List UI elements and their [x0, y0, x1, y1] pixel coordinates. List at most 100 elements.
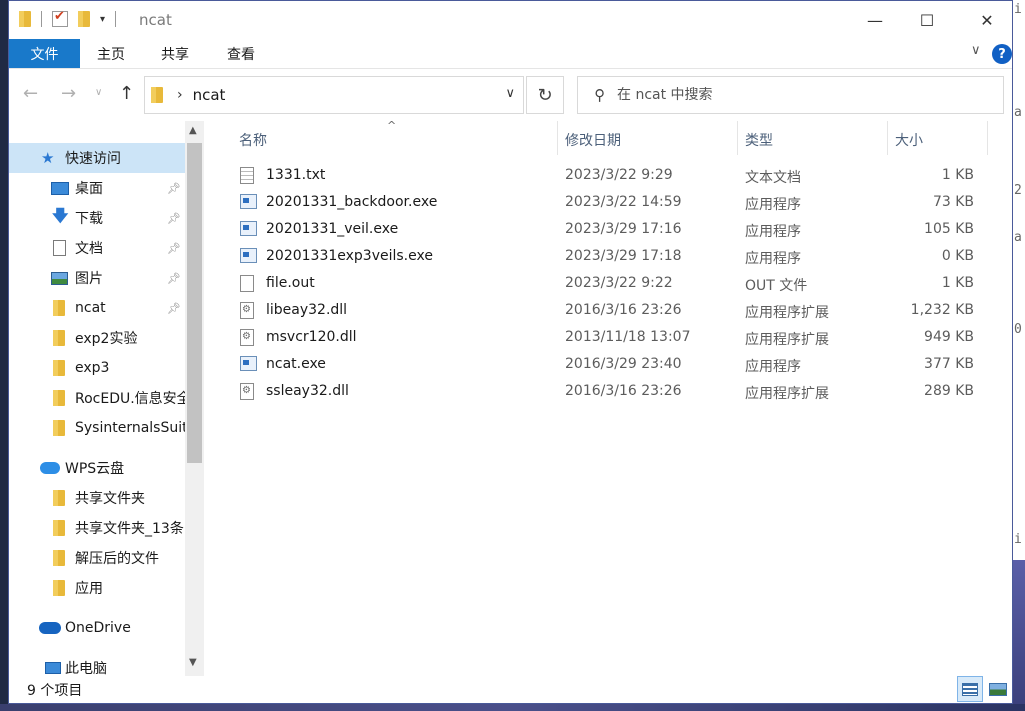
nav-item-extracted[interactable]: 解压后的文件	[9, 543, 185, 573]
scrollbar-thumb[interactable]	[187, 143, 202, 463]
column-size[interactable]: 大小	[895, 130, 923, 150]
nav-item-rocedu[interactable]: RocEDU.信息安全	[9, 383, 185, 413]
back-arrow-icon[interactable]: ←	[23, 83, 38, 104]
table-row[interactable]: msvcr120.dll 2013/11/18 13:07 应用程序扩展 949…	[232, 325, 982, 352]
nav-item-ncat[interactable]: ncat 📌︎	[9, 293, 185, 323]
large-icons-view-button[interactable]	[985, 676, 1011, 702]
nav-item-shared-folder-13[interactable]: 共享文件夹_13条	[9, 513, 185, 543]
nav-item-sysinternals[interactable]: SysinternalsSuite	[9, 413, 185, 443]
search-input[interactable]	[617, 87, 977, 103]
file-name: msvcr120.dll	[266, 329, 357, 345]
table-row[interactable]: file.out 2023/3/22 9:22 OUT 文件 1 KB	[232, 271, 982, 298]
close-button[interactable]: ✕	[964, 1, 1010, 39]
nav-item-shared-folder[interactable]: 共享文件夹	[9, 483, 185, 513]
pin-icon[interactable]: 📌︎	[167, 242, 181, 255]
item-count: 9 个项目	[27, 683, 83, 699]
nav-item-label: 此电脑	[65, 661, 107, 676]
file-type: 应用程序扩展	[745, 386, 829, 402]
column-type[interactable]: 类型	[745, 130, 773, 150]
help-icon[interactable]: ?	[992, 44, 1012, 64]
table-row[interactable]: 20201331exp3veils.exe 2023/3/29 17:18 应用…	[232, 244, 982, 271]
file-name: 20201331_veil.exe	[266, 221, 399, 237]
column-divider[interactable]	[887, 121, 888, 155]
dll-file-icon	[240, 329, 254, 346]
pin-icon[interactable]: 📌︎	[167, 302, 181, 315]
properties-icon[interactable]	[52, 9, 68, 27]
nav-item-this-pc[interactable]: 此电脑	[9, 653, 185, 676]
table-row[interactable]: 20201331_veil.exe 2023/3/29 17:16 应用程序 1…	[232, 217, 982, 244]
folder-icon	[53, 420, 65, 436]
up-arrow-icon[interactable]: ↑	[119, 83, 134, 104]
nav-item-onedrive[interactable]: OneDrive	[9, 613, 185, 643]
nav-item-downloads[interactable]: 🡇 下载 📌︎	[9, 203, 185, 233]
details-view-button[interactable]	[957, 676, 983, 702]
breadcrumb-chevron-icon[interactable]: ›	[177, 87, 183, 103]
nav-item-pictures[interactable]: 图片 📌︎	[9, 263, 185, 293]
table-row[interactable]: 1331.txt 2023/3/22 9:29 文本文档 1 KB	[232, 163, 982, 190]
nav-item-desktop[interactable]: 桌面 📌︎	[9, 173, 185, 203]
column-date[interactable]: 修改日期	[565, 130, 621, 150]
column-name[interactable]: 名称	[239, 130, 267, 150]
file-date: 2023/3/22 14:59	[565, 194, 682, 210]
maximize-button[interactable]: ☐	[904, 1, 950, 39]
tab-file[interactable]: 文件	[9, 39, 80, 68]
nav-item-apps[interactable]: 应用	[9, 573, 185, 603]
customize-toolbar-dropdown-icon[interactable]: ▾	[100, 14, 105, 25]
text-file-icon	[240, 167, 254, 184]
file-date: 2023/3/22 9:29	[565, 167, 673, 183]
search-box[interactable]: ⚲	[577, 76, 1004, 114]
pin-icon[interactable]: 📌︎	[167, 182, 181, 195]
table-row[interactable]: 20201331_backdoor.exe 2023/3/22 14:59 应用…	[232, 190, 982, 217]
table-row[interactable]: ncat.exe 2016/3/29 23:40 应用程序 377 KB	[232, 352, 982, 379]
refresh-button[interactable]: ↻	[526, 76, 564, 114]
nav-item-wps-cloud[interactable]: WPS云盘	[9, 453, 185, 483]
file-size: 0 KB	[941, 248, 974, 264]
column-divider[interactable]	[987, 121, 988, 155]
nav-item-label: RocEDU.信息安全	[75, 391, 185, 407]
new-folder-icon[interactable]	[78, 11, 90, 27]
column-divider[interactable]	[737, 121, 738, 155]
navigation-scrollbar[interactable]: ▲ ▼	[185, 121, 204, 676]
address-dropdown-chevron-icon[interactable]: ∨	[505, 86, 515, 101]
file-date: 2023/3/29 17:18	[565, 248, 682, 264]
file-name: ssleay32.dll	[266, 383, 349, 399]
expand-ribbon-chevron-icon[interactable]: ∨	[971, 43, 981, 58]
window-title: ncat	[139, 11, 172, 29]
nav-item-label: exp3	[75, 360, 110, 376]
folder-icon	[53, 580, 65, 596]
nav-item-label: 共享文件夹	[75, 491, 145, 507]
column-divider[interactable]	[557, 121, 558, 155]
file-name: 20201331exp3veils.exe	[266, 248, 433, 264]
table-row[interactable]: libeay32.dll 2016/3/16 23:26 应用程序扩展 1,23…	[232, 298, 982, 325]
file-type: 文本文档	[745, 170, 801, 186]
navigation-pane: ★ 快速访问 桌面 📌︎ 🡇 下载 📌︎ 文档 📌︎ 图片 📌︎ ncat 📌︎	[9, 121, 204, 676]
tab-view[interactable]: 查看	[227, 39, 255, 68]
scroll-up-icon[interactable]: ▲	[189, 125, 197, 136]
minimize-button[interactable]: —	[852, 1, 898, 39]
nav-item-exp2[interactable]: exp2实验	[9, 323, 185, 353]
nav-item-quick-access[interactable]: ★ 快速访问	[9, 143, 185, 173]
shared-folder-icon	[53, 490, 65, 506]
tab-home[interactable]: 主页	[97, 39, 125, 68]
nav-item-label: ncat	[75, 300, 106, 316]
desktop-icon	[51, 181, 69, 195]
nav-item-label: 下载	[75, 211, 103, 227]
file-type: 应用程序扩展	[745, 332, 829, 348]
search-icon: ⚲	[594, 86, 605, 104]
table-row[interactable]: ssleay32.dll 2016/3/16 23:26 应用程序扩展 289 …	[232, 379, 982, 406]
recent-locations-chevron-icon[interactable]: ∨	[95, 87, 102, 98]
toolbar-separator	[41, 11, 42, 27]
nav-item-label: exp2实验	[75, 331, 138, 347]
address-bar[interactable]: › ncat ∨	[144, 76, 524, 114]
nav-item-documents[interactable]: 文档 📌︎	[9, 233, 185, 263]
nav-item-exp3[interactable]: exp3	[9, 353, 185, 383]
file-size: 1 KB	[941, 167, 974, 183]
scroll-down-icon[interactable]: ▼	[189, 657, 197, 668]
forward-arrow-icon[interactable]: →	[61, 83, 76, 104]
pin-icon[interactable]: 📌︎	[167, 212, 181, 225]
file-date: 2023/3/22 9:22	[565, 275, 673, 291]
tab-share[interactable]: 共享	[161, 39, 189, 68]
pin-icon[interactable]: 📌︎	[167, 272, 181, 285]
file-type: OUT 文件	[745, 278, 808, 294]
breadcrumb-current[interactable]: ncat	[193, 86, 226, 104]
